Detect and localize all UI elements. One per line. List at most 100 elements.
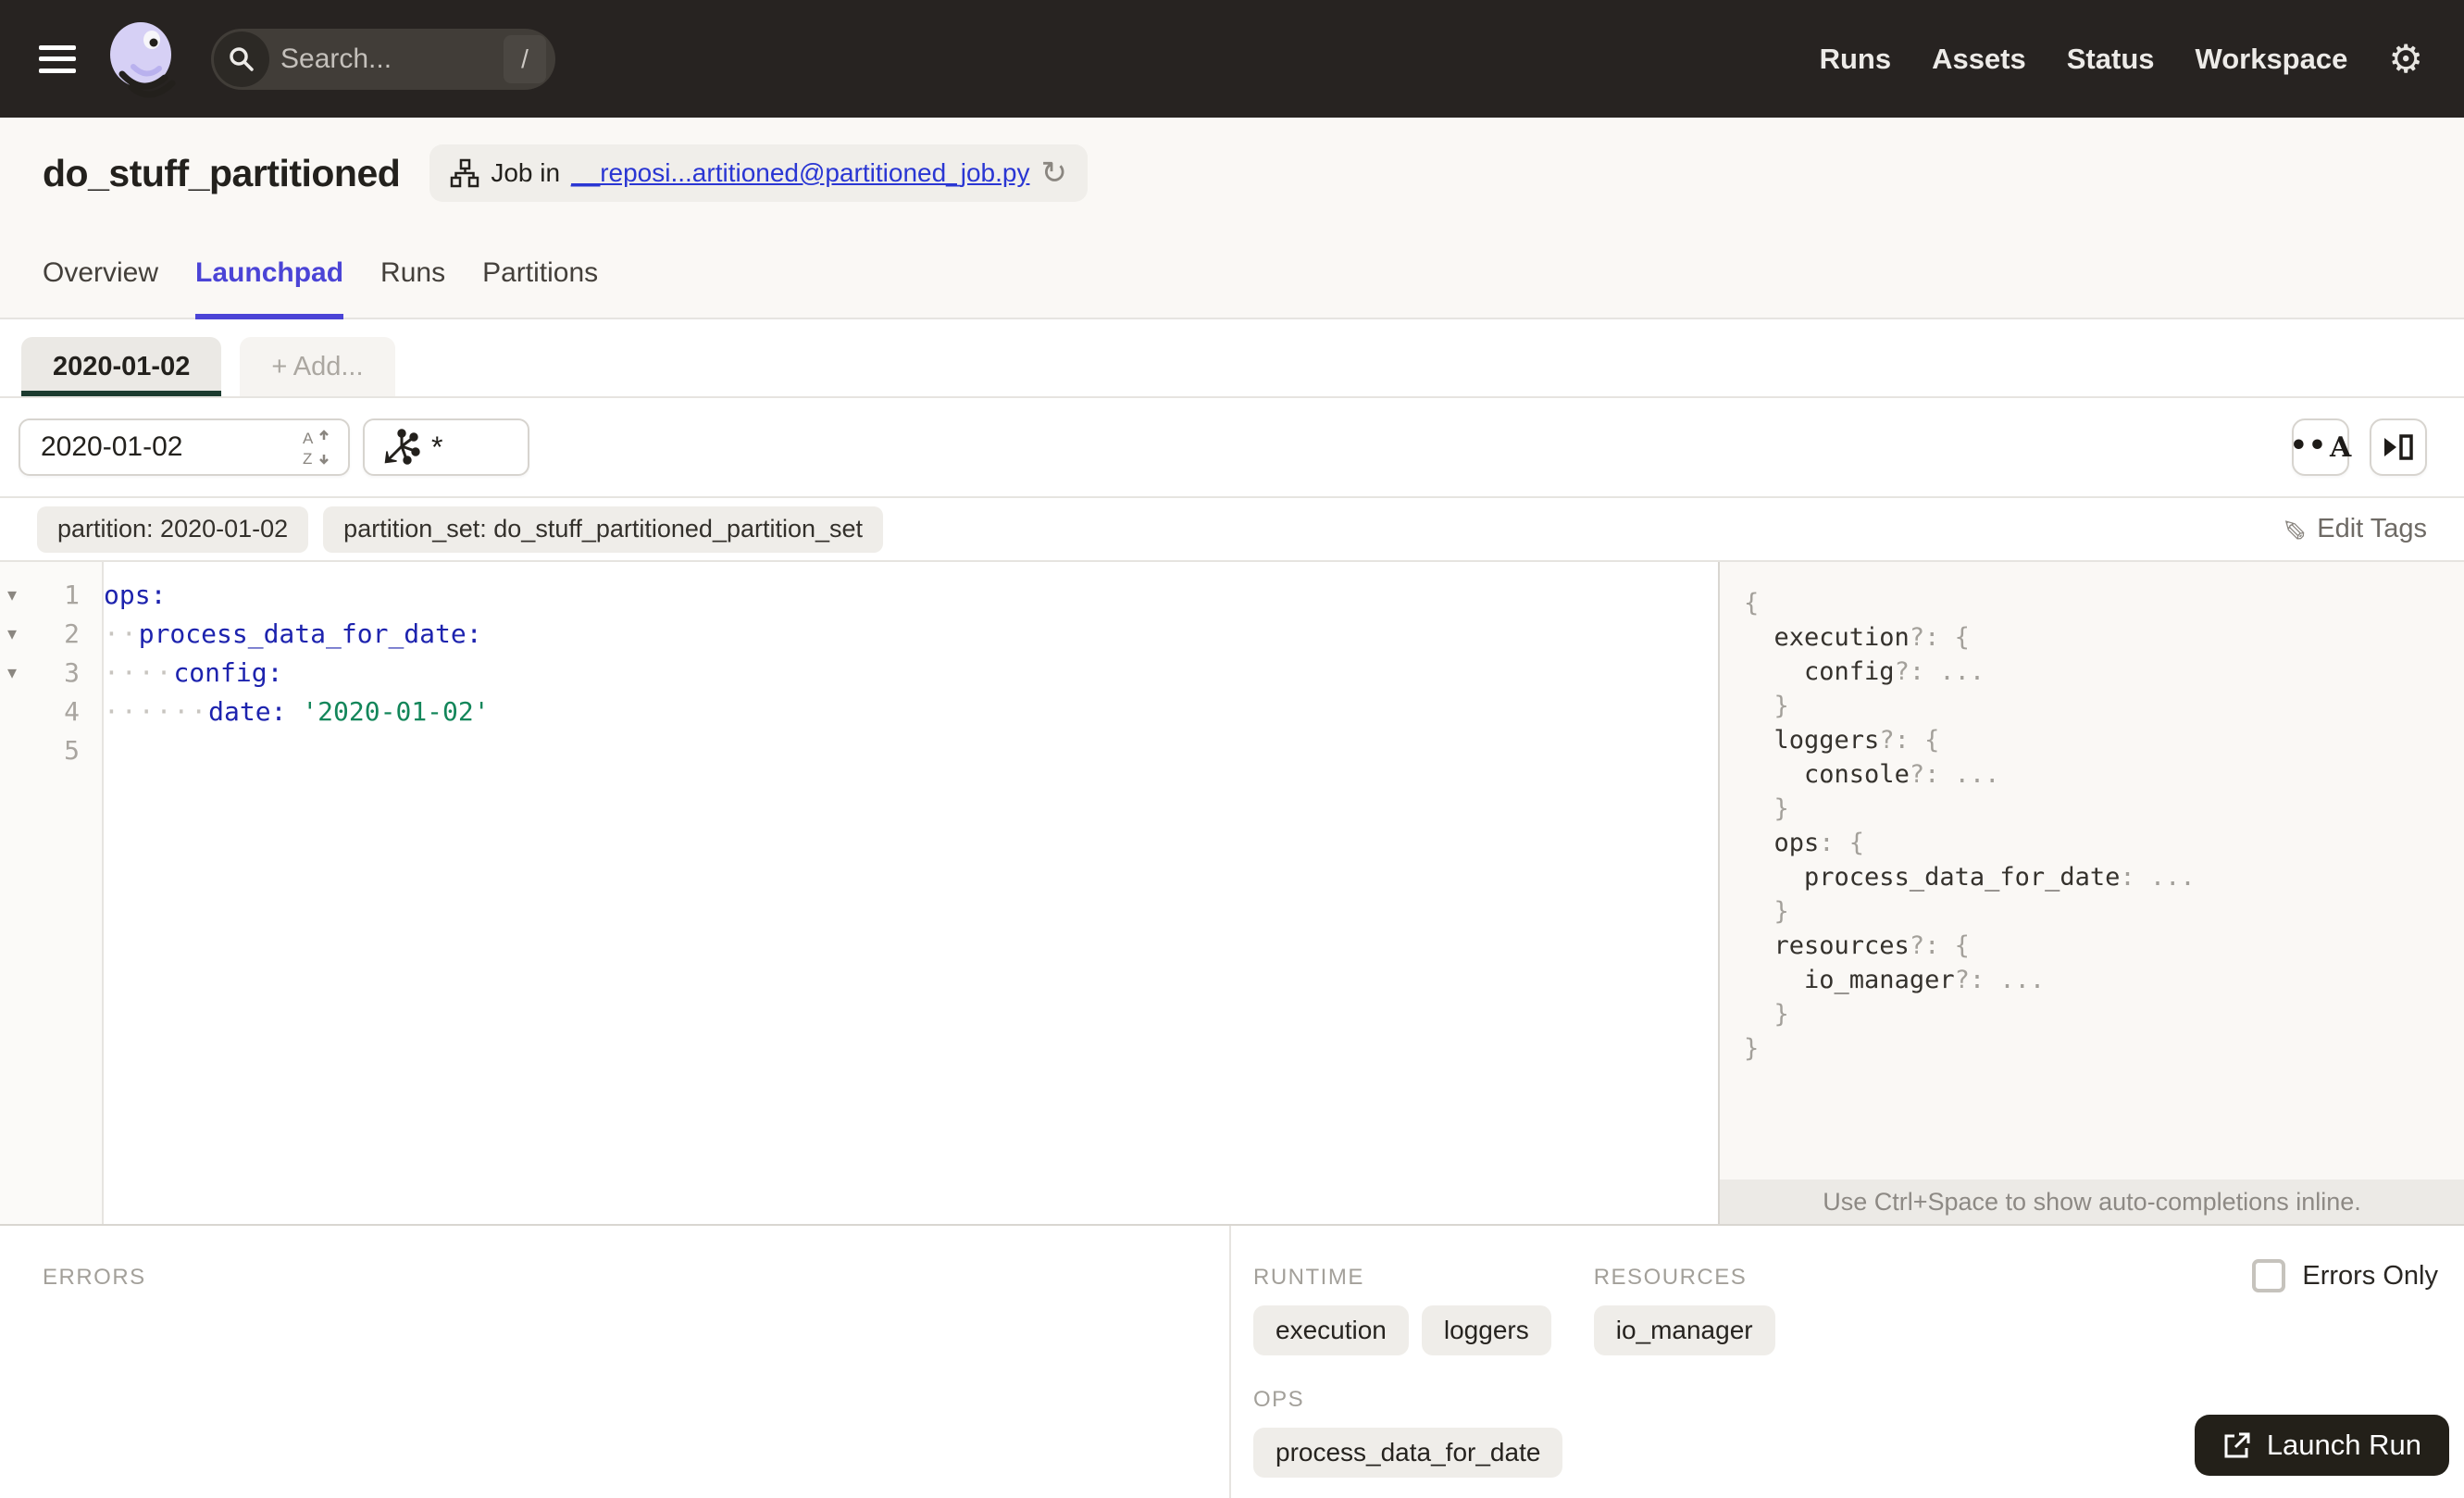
search-icon [214,31,269,87]
section-ops: OPS process_data_for_date [1253,1387,1563,1478]
line-number: 2 [64,618,80,649]
fold-arrow-icon[interactable]: ▾ [0,622,33,644]
pencil-icon: ✎ [2276,517,2310,542]
external-link-icon [2224,1432,2250,1458]
edit-tags-button[interactable]: ✎ Edit Tags [2276,514,2427,544]
config-tab-partition[interactable]: 2020-01-02 [21,337,222,396]
job-origin-badge: Job in __reposi...artitioned@partitioned… [429,144,1088,202]
config-editor[interactable]: ▾ 1 ops: ▾ 2 ··process_data_for_date: ▾ 3 ····co… [0,562,1718,1224]
schema-line[interactable]: } [1744,689,2464,723]
job-graph-icon [451,158,479,188]
search-shortcut-badge: / [504,34,546,83]
fold-arrow-icon[interactable]: ▾ [0,661,33,683]
nav-link-assets[interactable]: Assets [1932,43,2026,76]
schema-line[interactable]: } [1744,1031,2464,1066]
errors-only-label: Errors Only [2302,1260,2438,1291]
schema-line[interactable]: } [1744,792,2464,826]
line-number: 3 [64,656,80,688]
tab-overview[interactable]: Overview [43,229,158,318]
nav-link-status[interactable]: Status [2067,43,2155,76]
editor-line: ▾ 3 ····config: [0,653,1718,692]
job-badge-prefix: Job in [491,158,561,187]
tab-launchpad[interactable]: Launchpad [195,229,344,319]
schema-line[interactable]: resources?: { [1744,929,2464,963]
schema-line[interactable]: console?: ... [1744,757,2464,792]
section-label: OPS [1253,1387,1305,1412]
editor-line: 4 ······date: '2020-01-02' [0,692,1718,730]
page-title: do_stuff_partitioned [43,151,401,194]
play-panel-icon [2384,434,2413,460]
job-repo-link[interactable]: __reposi...artitioned@partitioned_job.py [571,158,1029,188]
job-tabs: Overview Launchpad Runs Partitions [0,229,2464,319]
code-text: ··process_data_for_date: [104,618,482,649]
tag-pill: partition_set: do_stuff_partitioned_part… [323,506,884,553]
schema-line[interactable]: process_data_for_date: ... [1744,860,2464,894]
errors-only-checkbox[interactable] [2252,1259,2286,1292]
schema-line[interactable]: config?: ... [1744,655,2464,689]
op-graph-icon [384,429,420,465]
chip-process_data_for_date[interactable]: process_data_for_date [1253,1428,1563,1478]
code-text: ····config: [104,656,283,688]
partition-input[interactable] [41,431,300,463]
tab-partitions[interactable]: Partitions [482,229,598,318]
editor-line: 5 [0,730,1718,769]
tab-runs[interactable]: Runs [380,229,445,318]
editor-hints-button[interactable]: •• A [2289,418,2352,476]
chip-loggers[interactable]: loggers [1421,1305,1551,1355]
bottom-panel: ERRORS RUNTIME execution loggers RESOURCES i… [0,1224,2464,1498]
top-navbar: / Runs Assets Status Workspace ⚙ [0,0,2464,118]
sort-az-icon[interactable]: A Z [300,427,333,468]
section-label: RUNTIME [1253,1265,1364,1290]
dots-a-icon: •• A [2289,429,2352,464]
nav-link-runs[interactable]: Runs [1820,43,1892,76]
gear-icon[interactable]: ⚙ [2388,39,2423,79]
refresh-icon[interactable]: ↻ [1040,157,1067,189]
schema-line[interactable]: } [1744,894,2464,929]
chip-execution[interactable]: execution [1253,1305,1409,1355]
section-resources: RESOURCES io_manager [1593,1265,1855,1355]
chip-io_manager[interactable]: io_manager [1593,1305,1775,1355]
page-header: do_stuff_partitioned Job in __reposi...a… [0,118,2464,229]
launchpad-config-tabs: 2020-01-02 + Add... [0,319,2464,398]
nav-link-workspace[interactable]: Workspace [2196,43,2348,76]
hamburger-menu-icon[interactable] [39,44,76,73]
section-label: RESOURCES [1593,1265,1748,1290]
section-runtime: RUNTIME execution loggers [1253,1265,1551,1355]
tag-pills: partition: 2020-01-02 partition_set: do_s… [37,506,884,553]
fold-arrow-icon[interactable]: ▾ [0,583,33,605]
svg-text:Z: Z [303,450,312,468]
add-config-tab-button[interactable]: + Add... [240,337,395,396]
code-text: ······date: '2020-01-02' [104,695,490,727]
errors-only-control: Errors Only [2252,1259,2438,1292]
editor-line: ▾ 1 ops: [0,575,1718,614]
search-input[interactable] [269,43,504,75]
editor-line: ▾ 2 ··process_data_for_date: [0,614,1718,653]
global-search: / [211,28,555,90]
dagster-app: / Runs Assets Status Workspace ⚙ do_stuff_p… [0,0,2464,1498]
schema-line[interactable]: loggers?: { [1744,723,2464,757]
code-text: ops: [104,579,167,610]
schema-line[interactable]: io_manager?: ... [1744,963,2464,997]
nav-links: Runs Assets Status Workspace [1820,43,2348,76]
dagster-logo[interactable] [106,20,178,98]
tags-row: partition: 2020-01-02 partition_set: do_s… [0,498,2464,562]
schema-line[interactable]: execution?: { [1744,620,2464,655]
svg-text:A: A [303,430,314,447]
line-number: 1 [64,579,80,610]
autocomplete-hint: Use Ctrl+Space to show auto-completions … [1720,1180,2464,1224]
toggle-panel-button[interactable] [2370,418,2427,476]
op-selector [363,418,529,476]
tag-pill: partition: 2020-01-02 [37,506,309,553]
op-selector-input[interactable] [431,430,515,465]
config-schema-panel: { execution?: { config?: ... } loggers?:… [1718,562,2464,1224]
line-number: 5 [64,734,80,766]
partition-select: A Z [19,418,350,476]
schema-line[interactable]: } [1744,997,2464,1031]
errors-pane: ERRORS [0,1226,1231,1498]
schema-line[interactable]: ops: { [1744,826,2464,860]
launch-run-button[interactable]: Launch Run [2194,1415,2449,1476]
launchpad-main: ▾ 1 ops: ▾ 2 ··process_data_for_date: ▾ 3 ····co… [0,562,2464,1224]
line-number: 4 [64,695,80,727]
errors-label: ERRORS [43,1265,146,1290]
schema-line[interactable]: { [1744,586,2464,620]
